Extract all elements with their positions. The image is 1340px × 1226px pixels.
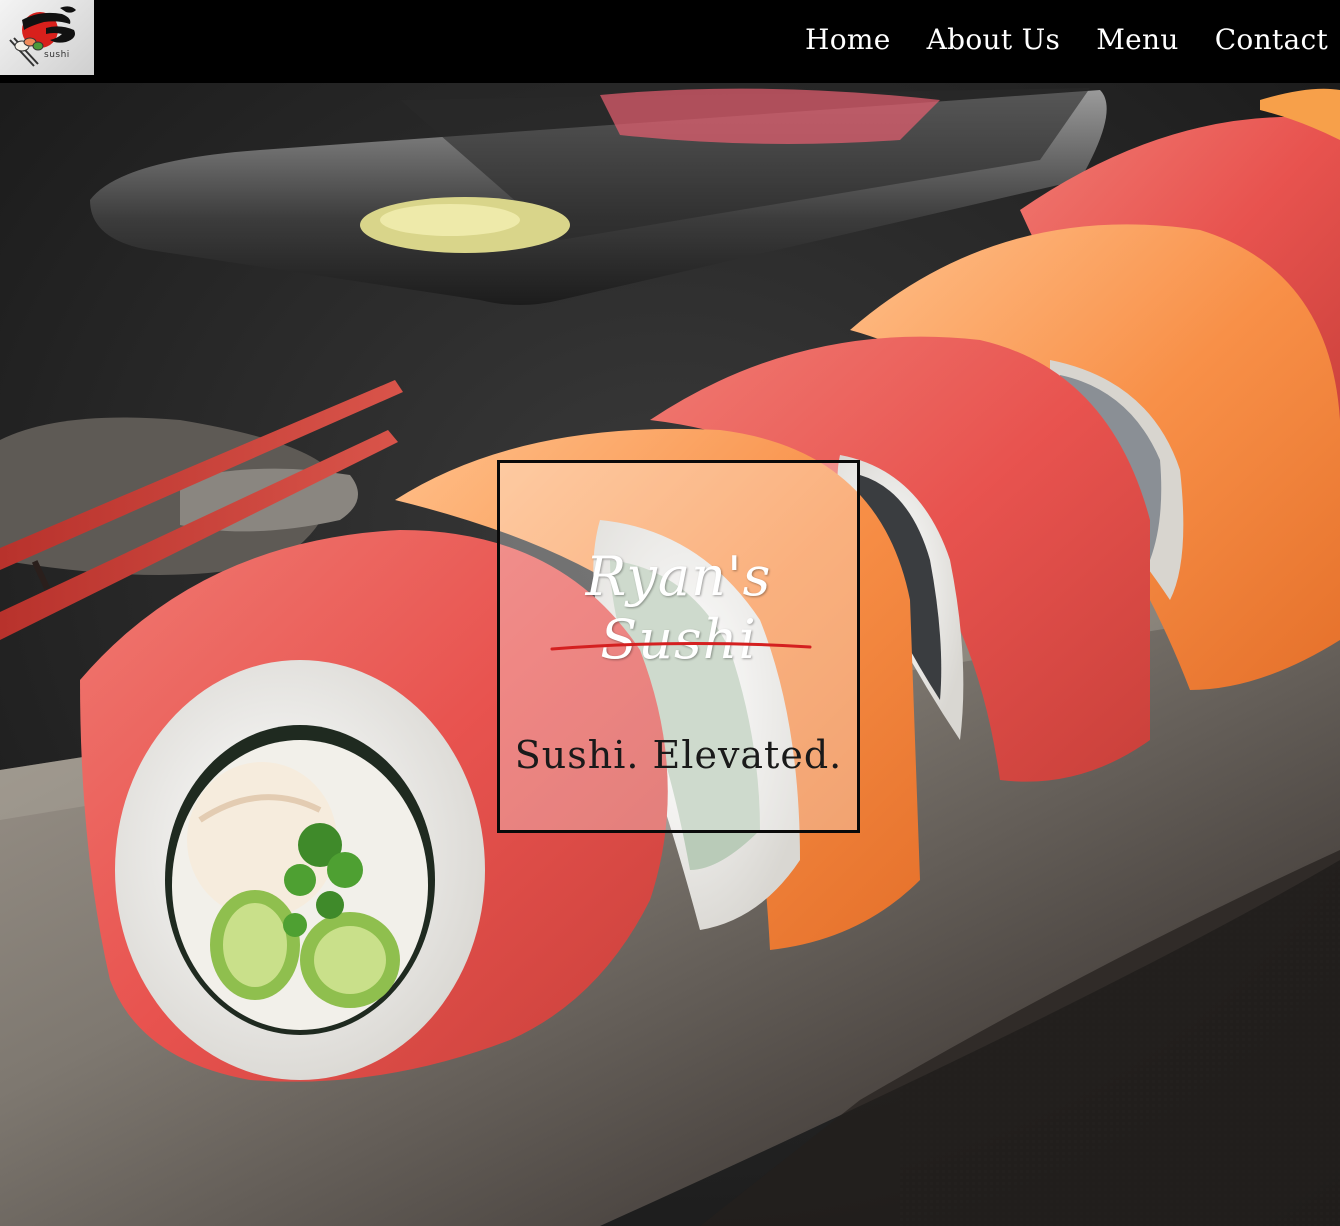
tagline: Sushi. Elevated. <box>514 733 843 777</box>
navbar: sushi Home About Us Menu Contact <box>0 0 1340 83</box>
brand-underline <box>550 641 812 651</box>
nav-menu[interactable]: Menu <box>1096 20 1179 60</box>
main-nav: Home About Us Menu Contact <box>805 20 1328 60</box>
logo[interactable]: sushi <box>0 0 94 75</box>
logo-text: sushi <box>44 50 70 60</box>
hero-title-box: Ryan's Sushi Sushi. Elevated. <box>497 460 860 833</box>
page: sushi Home About Us Menu Contact Ryan's … <box>0 0 1340 1226</box>
nav-about-us[interactable]: About Us <box>927 20 1061 60</box>
logo-icon <box>9 6 76 67</box>
nav-home[interactable]: Home <box>805 20 891 60</box>
nav-contact[interactable]: Contact <box>1215 20 1328 60</box>
